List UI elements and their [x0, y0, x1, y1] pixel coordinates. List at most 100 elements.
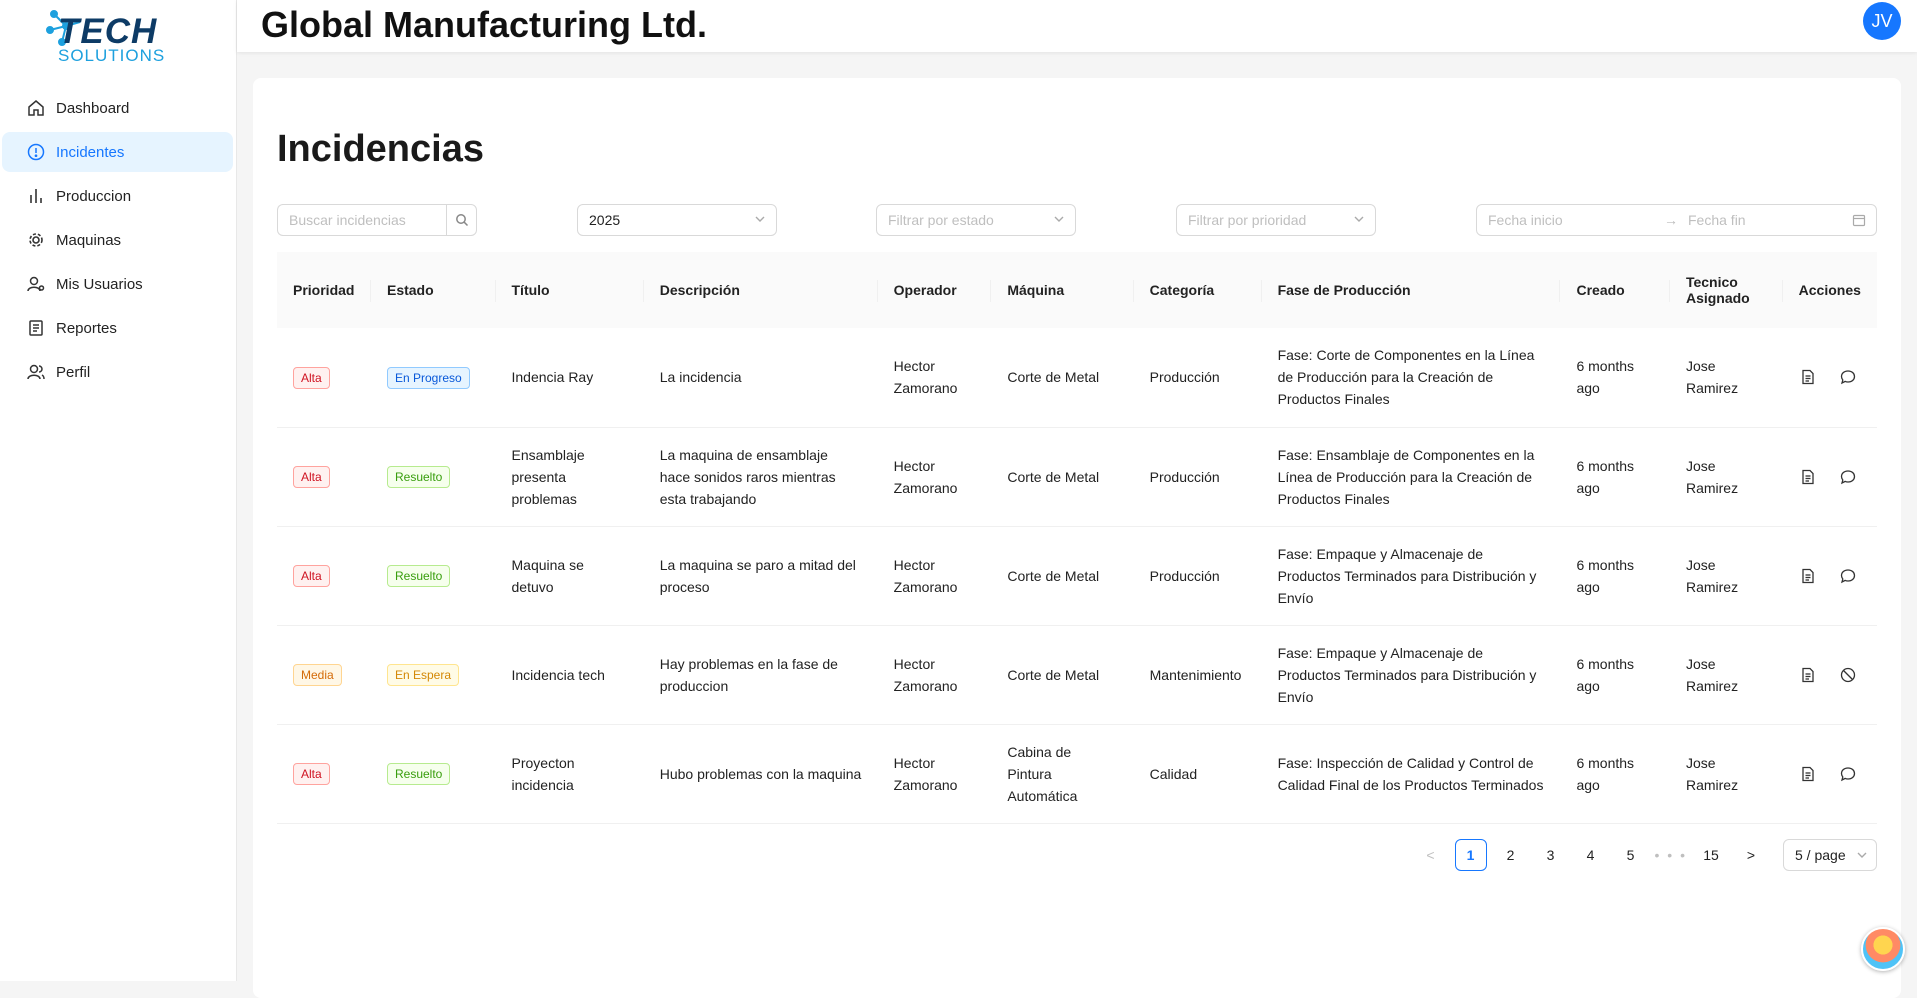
search-input[interactable]	[277, 204, 446, 236]
jump-next-ellipsis[interactable]: • • •	[1655, 839, 1687, 871]
cell-created: 6 months ago	[1560, 724, 1669, 823]
sidebar-item-reportes[interactable]: Reportes	[2, 308, 233, 348]
comment-icon[interactable]	[1839, 468, 1857, 486]
column-header[interactable]: Operador	[878, 252, 992, 328]
chevron-down-icon	[754, 213, 766, 225]
tech-solutions-logo[interactable]: TECH SOLUTIONS	[46, 8, 186, 66]
cell-phase: Fase: Corte de Componentes en la Línea d…	[1262, 328, 1561, 427]
bar-chart-icon	[26, 186, 46, 206]
user-settings-icon	[26, 274, 46, 294]
sidebar-item-dashboard[interactable]: Dashboard	[2, 88, 233, 128]
priority-filter-select[interactable]: Filtrar por prioridad	[1176, 204, 1376, 236]
column-header[interactable]: Título	[496, 252, 644, 328]
document-icon[interactable]	[1799, 765, 1817, 783]
priority-tag: Alta	[293, 763, 330, 785]
top-header: Global Manufacturing Ltd. JV	[237, 0, 1917, 52]
cell-description: La incidencia	[644, 328, 878, 427]
comment-icon[interactable]	[1839, 368, 1857, 386]
page-button-last[interactable]: 15	[1695, 839, 1727, 871]
year-select[interactable]: 2025	[577, 204, 777, 236]
user-avatar[interactable]: JV	[1863, 2, 1901, 40]
comment-icon[interactable]	[1839, 765, 1857, 783]
arrow-right-icon: →	[1664, 212, 1688, 228]
cell-phase: Fase: Ensamblaje de Componentes en la Lí…	[1262, 427, 1561, 526]
column-header[interactable]: Creado	[1560, 252, 1669, 328]
sidebar-item-maquinas[interactable]: Maquinas	[2, 220, 233, 260]
chevron-down-icon	[1053, 213, 1065, 225]
table-header-row: Prioridad Estado Título Descripción Oper…	[277, 252, 1877, 328]
status-filter-placeholder: Filtrar por estado	[888, 212, 994, 228]
gear-icon	[26, 230, 46, 250]
cell-category: Mantenimiento	[1134, 625, 1262, 724]
cell-operator: Hector Zamorano	[878, 526, 992, 625]
cell-title: Indencia Ray	[496, 328, 644, 427]
cell-phase: Fase: Inspección de Calidad y Control de…	[1262, 724, 1561, 823]
cell-operator: Hector Zamorano	[878, 724, 992, 823]
sidebar-item-mis-usuarios[interactable]: Mis Usuarios	[2, 264, 233, 304]
cell-category: Producción	[1134, 328, 1262, 427]
column-header[interactable]: Descripción	[644, 252, 878, 328]
status-filter-select[interactable]: Filtrar por estado	[876, 204, 1076, 236]
cell-machine: Cabina de Pintura Automática	[991, 724, 1133, 823]
sidebar-item-label: Incidentes	[56, 144, 124, 161]
status-tag: Resuelto	[387, 763, 450, 785]
table-row: Alta Resuelto Proyecton incidencia Hubo …	[277, 724, 1877, 823]
document-icon[interactable]	[1799, 368, 1817, 386]
page-size-select[interactable]: 5 / page	[1783, 839, 1877, 871]
table-row: Alta Resuelto Ensamblaje presenta proble…	[277, 427, 1877, 526]
sidebar: TECH SOLUTIONS Dashboard Incidentes Prod…	[0, 0, 237, 981]
column-header[interactable]: Máquina	[991, 252, 1133, 328]
table-row: Alta En Progreso Indencia Ray La inciden…	[277, 328, 1877, 427]
column-header[interactable]: Tecnico Asignado	[1670, 252, 1783, 328]
page-button-4[interactable]: 4	[1575, 839, 1607, 871]
alert-circle-icon	[26, 142, 46, 162]
next-page-button[interactable]: >	[1735, 839, 1767, 871]
cell-machine: Corte de Metal	[991, 526, 1133, 625]
cell-description: Hay problemas en la fase de produccion	[644, 625, 878, 724]
document-icon[interactable]	[1799, 567, 1817, 585]
date-start-input[interactable]: Fecha inicio	[1488, 212, 1664, 228]
comment-icon[interactable]	[1839, 567, 1857, 585]
report-icon	[26, 318, 46, 338]
page-size-value: 5 / page	[1795, 847, 1846, 863]
status-tag: En Espera	[387, 664, 459, 686]
sidebar-item-label: Dashboard	[56, 100, 129, 117]
search-button[interactable]	[446, 204, 477, 236]
sidebar-item-label: Reportes	[56, 320, 117, 337]
cell-title: Ensamblaje presenta problemas	[496, 427, 644, 526]
priority-tag: Media	[293, 664, 342, 686]
search-icon	[455, 213, 469, 227]
cell-operator: Hector Zamorano	[878, 625, 992, 724]
incidents-table: Prioridad Estado Título Descripción Oper…	[277, 252, 1877, 824]
column-header[interactable]: Estado	[371, 252, 496, 328]
sidebar-menu: Dashboard Incidentes Produccion Maquinas…	[2, 88, 233, 396]
date-range-picker[interactable]: Fecha inicio → Fecha fin	[1476, 204, 1877, 236]
status-tag: Resuelto	[387, 565, 450, 587]
company-name: Global Manufacturing Ltd.	[261, 4, 707, 46]
chevron-down-icon	[1856, 849, 1868, 861]
priority-filter-placeholder: Filtrar por prioridad	[1188, 212, 1306, 228]
page-button-3[interactable]: 3	[1535, 839, 1567, 871]
cell-category: Producción	[1134, 526, 1262, 625]
cell-description: La maquina de ensamblaje hace sonidos ra…	[644, 427, 878, 526]
cell-machine: Corte de Metal	[991, 328, 1133, 427]
sidebar-item-incidentes[interactable]: Incidentes	[2, 132, 233, 172]
document-icon[interactable]	[1799, 666, 1817, 684]
prev-page-button[interactable]: <	[1415, 839, 1447, 871]
sidebar-item-perfil[interactable]: Perfil	[2, 352, 233, 392]
page-button-5[interactable]: 5	[1615, 839, 1647, 871]
column-header[interactable]: Categoría	[1134, 252, 1262, 328]
block-icon[interactable]	[1839, 666, 1857, 684]
column-header[interactable]: Prioridad	[277, 252, 371, 328]
cell-technician: Jose Ramirez	[1670, 427, 1783, 526]
sidebar-item-produccion[interactable]: Produccion	[2, 176, 233, 216]
column-header[interactable]: Fase de Producción	[1262, 252, 1561, 328]
cell-phase: Fase: Empaque y Almacenaje de Productos …	[1262, 625, 1561, 724]
page-button-1[interactable]: 1	[1455, 839, 1487, 871]
pagination: < 1 2 3 4 5 • • • 15 > 5 / page	[1415, 839, 1877, 871]
page-button-2[interactable]: 2	[1495, 839, 1527, 871]
date-end-input[interactable]: Fecha fin	[1688, 212, 1848, 228]
cell-machine: Corte de Metal	[991, 625, 1133, 724]
floating-island-avatar[interactable]	[1861, 927, 1905, 971]
document-icon[interactable]	[1799, 468, 1817, 486]
